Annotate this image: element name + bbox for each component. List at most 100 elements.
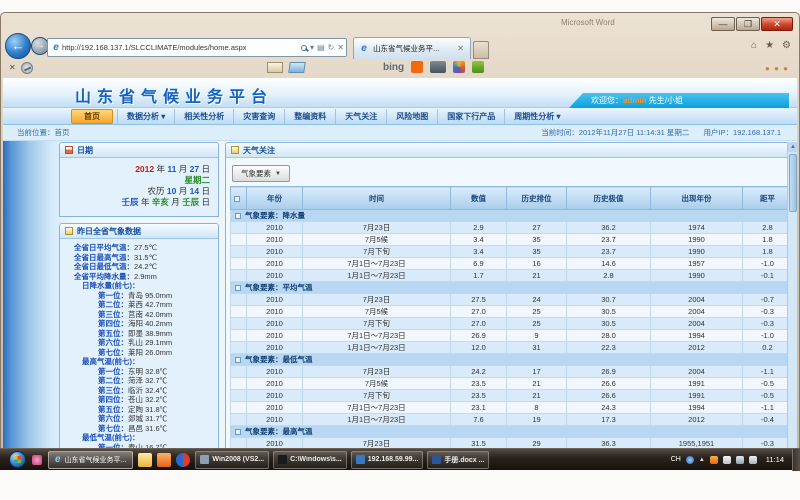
- close-button[interactable]: ✕: [761, 17, 793, 31]
- network-icon[interactable]: [736, 456, 744, 464]
- toolbar-center-icons: [267, 62, 305, 73]
- taskbar-active-window[interactable]: e 山东省气候业务平...: [48, 451, 133, 469]
- address-bar-icons: ▾ ▤ ↻ ✕: [299, 43, 344, 52]
- tray-expand-icon[interactable]: ▲: [699, 457, 705, 463]
- browser-window: Microsoft Word — ❐ ✕ ← → e http://192.16…: [0, 12, 800, 470]
- stop-icon[interactable]: ✕: [337, 43, 344, 52]
- nav-item-2[interactable]: 相关性分析: [174, 109, 233, 124]
- weather-stat-line: 第六位：乳山 29.1mm: [60, 338, 218, 348]
- group-row[interactable]: 气象要素：最低气温: [231, 354, 793, 366]
- weather-stat-line: 第一位：东明 32.8℃: [60, 367, 218, 377]
- show-desktop-button[interactable]: [792, 449, 800, 471]
- table-cell: 7.6: [451, 414, 507, 426]
- table-cell: 2010: [247, 378, 303, 390]
- table-cell: 27.0: [451, 306, 507, 318]
- nav-item-0[interactable]: 首页: [71, 109, 113, 124]
- address-bar[interactable]: e http://192.168.137.1/SLCCLIMATE/module…: [47, 38, 347, 57]
- table-cell: 28.0: [567, 330, 651, 342]
- group-checkbox-icon[interactable]: [235, 357, 241, 363]
- toolbar-close-icon[interactable]: ✕: [9, 63, 16, 72]
- group-checkbox-icon[interactable]: [235, 429, 241, 435]
- table-cell: 2010: [247, 342, 303, 354]
- search-icon[interactable]: [301, 45, 307, 51]
- scrollbar-thumb[interactable]: [789, 154, 797, 212]
- tray-fox-icon[interactable]: [710, 456, 718, 464]
- dropdown-arrow-icon[interactable]: ▾: [310, 43, 314, 52]
- table-cell: [231, 270, 247, 282]
- group-row[interactable]: 气象要素：降水量: [231, 210, 793, 222]
- compatibility-icon[interactable]: ▤: [317, 43, 325, 52]
- nav-item-1[interactable]: 数据分析 ▾: [117, 109, 174, 124]
- table-cell: 23.5: [451, 390, 507, 402]
- table-cell: 26.9: [567, 366, 651, 378]
- taskbar-window-1[interactable]: C:\Windows\s...: [273, 451, 347, 469]
- minimize-button[interactable]: —: [711, 17, 735, 31]
- action-center-flag-icon[interactable]: [723, 456, 731, 464]
- table-cell: [231, 234, 247, 246]
- focus-panel-header: 天气关注: [226, 143, 797, 158]
- rank-group-title: 最高气温(前七)：: [60, 357, 218, 367]
- taskbar-window-0[interactable]: Win2008 (VS2...: [195, 451, 269, 469]
- element-filter-button[interactable]: 气象要素▼: [232, 165, 290, 182]
- nav-item-6[interactable]: 风险地图: [386, 109, 437, 124]
- bing-logo[interactable]: bing: [383, 62, 404, 73]
- nav-item-5[interactable]: 天气关注: [335, 109, 386, 124]
- orange-app-icon[interactable]: [411, 61, 423, 73]
- nav-item-7[interactable]: 国家下行产品: [437, 109, 504, 124]
- taskbar-window-3[interactable]: 手册.docx ...: [427, 451, 489, 469]
- table-cell: [231, 258, 247, 270]
- start-button[interactable]: [9, 451, 26, 468]
- pinned-app-icon[interactable]: [32, 455, 42, 465]
- taskbar-window-2[interactable]: 192.168.59.99...: [351, 451, 424, 469]
- back-button[interactable]: ←: [5, 33, 31, 59]
- round-program-icon[interactable]: [176, 453, 190, 467]
- maximize-button[interactable]: ❐: [736, 17, 760, 31]
- group-row[interactable]: 气象要素：最高气温: [231, 426, 793, 438]
- send-icon[interactable]: [288, 62, 306, 73]
- table-cell: 26.6: [567, 378, 651, 390]
- browser-toolbar: ✕ bing ● ● ●: [1, 60, 799, 78]
- table-cell: 2010: [247, 294, 303, 306]
- addon-circle-icon[interactable]: [21, 62, 33, 74]
- volume-icon[interactable]: [749, 456, 757, 464]
- mail-icon[interactable]: [267, 62, 283, 73]
- weather-panel-title: 昨日全省气象数据: [77, 226, 141, 237]
- table-cell: 3.4: [451, 234, 507, 246]
- table-cell: [231, 306, 247, 318]
- page-scrollbar[interactable]: ▲: [787, 142, 797, 469]
- browser-tab[interactable]: e 山东省气候业务平... ✕: [353, 37, 471, 59]
- language-indicator[interactable]: CH: [671, 456, 681, 463]
- favorites-star-icon[interactable]: ★: [765, 40, 774, 51]
- browser-titlebar[interactable]: Microsoft Word — ❐ ✕: [1, 13, 799, 37]
- nav-item-4[interactable]: 整编资料: [284, 109, 335, 124]
- header-checkbox-icon[interactable]: [234, 196, 240, 202]
- group-checkbox-icon[interactable]: [235, 213, 241, 219]
- colorful-app-icon[interactable]: [453, 61, 465, 73]
- tab-favicon-icon: e: [358, 43, 370, 55]
- nav-item-8[interactable]: 周期性分析 ▾: [504, 109, 569, 124]
- table-cell: 1月1日～7月23日: [303, 270, 451, 282]
- group-row[interactable]: 气象要素：平均气温: [231, 282, 793, 294]
- table-cell: 6.9: [451, 258, 507, 270]
- table-row: 20101月1日～7月23日7.61917.32012-0.41.6: [231, 414, 793, 426]
- green-app-icon[interactable]: [472, 61, 484, 73]
- orange-program-icon[interactable]: [157, 453, 171, 467]
- group-checkbox-icon[interactable]: [235, 285, 241, 291]
- tray-blue-icon[interactable]: [686, 456, 694, 464]
- stat-value: 菏泽 32.7℃: [128, 376, 167, 385]
- weather-stat-line: 第七位：昌邑 31.6℃: [60, 424, 218, 434]
- more-dots-icon[interactable]: ● ● ●: [765, 64, 789, 73]
- tab-close-icon[interactable]: ✕: [455, 44, 466, 53]
- nav-item-3[interactable]: 灾害查询: [233, 109, 284, 124]
- refresh-icon[interactable]: ↻: [328, 43, 335, 52]
- camera-icon[interactable]: [430, 61, 446, 73]
- column-header: 出现年份: [651, 187, 743, 210]
- explorer-folder-icon[interactable]: [138, 453, 152, 467]
- home-icon[interactable]: ⌂: [751, 40, 757, 51]
- new-tab-button[interactable]: [473, 41, 489, 59]
- focus-panel-title: 天气关注: [243, 145, 275, 156]
- tools-gear-icon[interactable]: ⚙: [782, 40, 791, 51]
- table-cell: -0.1: [743, 270, 793, 282]
- taskbar-clock[interactable]: 11:14: [766, 455, 784, 464]
- scroll-up-icon[interactable]: ▲: [788, 142, 797, 152]
